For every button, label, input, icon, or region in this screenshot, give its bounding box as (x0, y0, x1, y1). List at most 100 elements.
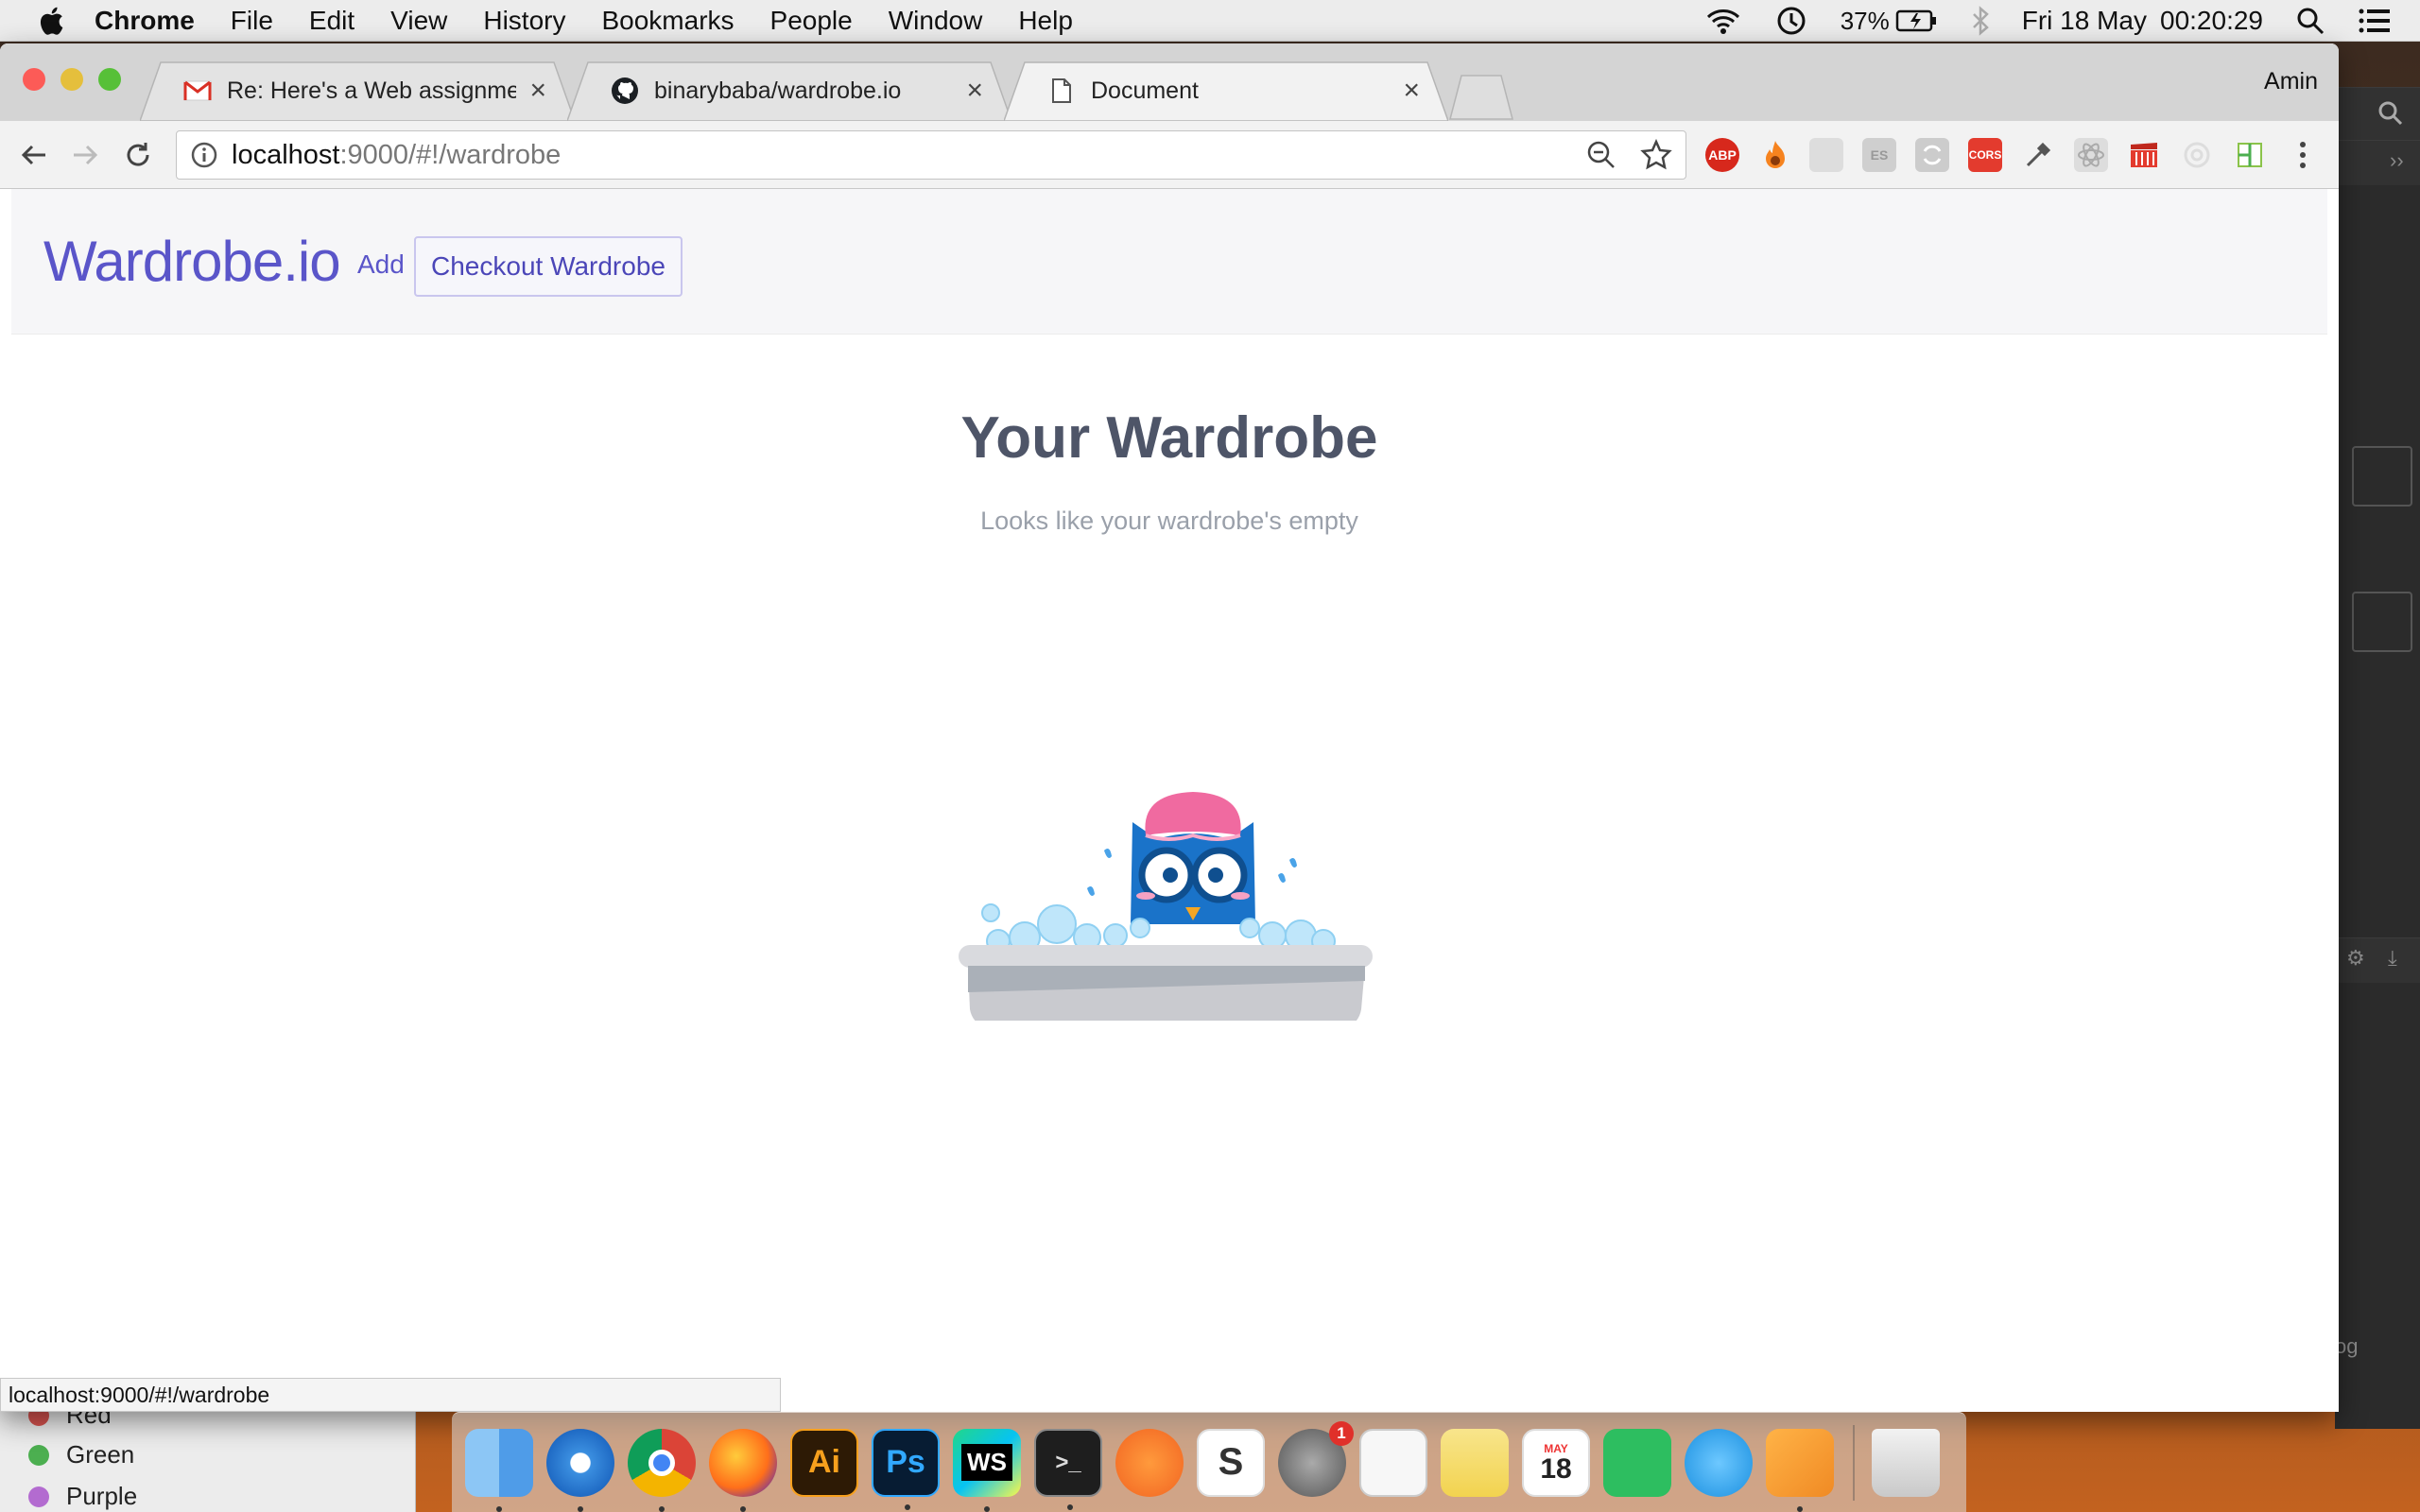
browser-toolbar: localhost:9000/#!/wardrobe ABP ES CORS (0, 121, 2339, 189)
owl-bathtub-illustration (959, 792, 1373, 1021)
list-item: Green (28, 1440, 135, 1469)
dock-separator (1853, 1424, 1855, 1501)
chrome-menu-icon[interactable] (2282, 134, 2324, 176)
list-item: Purple (28, 1482, 137, 1511)
fire-extension-icon[interactable] (1758, 138, 1792, 172)
menu-file[interactable]: File (231, 6, 273, 36)
menu-people[interactable]: People (770, 6, 853, 36)
background-ide-window: ›› ⚙ ⤓ og (2335, 87, 2420, 1429)
zoom-icon[interactable] (1585, 139, 1617, 171)
react-devtools-icon[interactable] (2074, 138, 2108, 172)
back-button[interactable] (13, 134, 55, 176)
layout-extension-icon[interactable] (2233, 138, 2267, 172)
tab-strip: Re: Here's a Web assignment f × binaryba… (0, 43, 2339, 121)
profile-name[interactable]: Amin (2264, 68, 2318, 95)
menu-help[interactable]: Help (1018, 6, 1073, 36)
target-extension-icon[interactable] (2180, 138, 2214, 172)
es-extension-icon[interactable]: ES (1862, 138, 1896, 172)
reload-button[interactable] (117, 134, 159, 176)
document-icon (1047, 77, 1076, 105)
chrome-window: Re: Here's a Web assignment f × binaryba… (0, 43, 2339, 1412)
menu-time[interactable]: 00:20:29 (2160, 6, 2263, 36)
apple-icon[interactable] (36, 4, 70, 38)
gmail-icon (183, 77, 212, 105)
page-viewport: Wardrobe.io Add Checkout Wardrobe Your W… (0, 189, 2339, 1412)
tab-github[interactable]: binarybaba/wardrobe.io × (567, 60, 1011, 121)
site-info-icon[interactable] (190, 141, 218, 169)
address-bar[interactable]: localhost:9000/#!/wardrobe (176, 130, 1686, 180)
trash-icon[interactable] (1872, 1428, 1940, 1497)
menu-date[interactable]: Fri 18 May (2022, 6, 2147, 36)
checkout-wardrobe-button[interactable]: Checkout Wardrobe (414, 236, 683, 297)
finder-icon[interactable] (465, 1428, 533, 1512)
color-dot-icon (28, 1444, 49, 1466)
menu-bookmarks[interactable]: Bookmarks (601, 6, 734, 36)
webstorm-icon[interactable]: WS (953, 1428, 1021, 1512)
add-link[interactable]: Add (357, 249, 405, 280)
empty-state-message: Looks like your wardrobe's empty (980, 507, 1358, 535)
safari-icon[interactable] (546, 1428, 614, 1512)
chrome-icon[interactable] (628, 1428, 696, 1512)
textedit-icon[interactable] (1359, 1428, 1427, 1497)
tab-close-icon[interactable]: × (966, 77, 983, 105)
list-item-label: Green (66, 1440, 135, 1469)
adblock-plus-icon[interactable]: ABP (1705, 138, 1739, 172)
teleport-icon[interactable] (1685, 1428, 1753, 1497)
ide-subheader: ›› (2335, 140, 2420, 185)
tab-close-icon[interactable]: × (529, 77, 546, 105)
ide-header (2335, 87, 2420, 140)
menu-app-name[interactable]: Chrome (95, 6, 195, 36)
search-icon (2378, 101, 2403, 126)
maximize-window-button[interactable] (98, 68, 121, 91)
clapper-extension-icon[interactable] (2127, 138, 2161, 172)
ide-input-box (2352, 446, 2412, 507)
battery-indicator[interactable]: 37% (1841, 7, 1939, 36)
bluetooth-icon[interactable] (1971, 6, 1990, 36)
extension-gray-icon[interactable] (1809, 138, 1843, 172)
macos-dock: Ai Ps WS >_ S 1 MAY 18 (452, 1412, 1966, 1512)
status-url-bubble: localhost:9000/#!/wardrobe (0, 1378, 781, 1412)
notification-center-icon[interactable] (2358, 7, 2392, 35)
color-picker-icon[interactable] (2021, 138, 2055, 172)
photoshop-icon[interactable]: Ps (872, 1428, 940, 1510)
bookmark-star-icon[interactable] (1640, 139, 1672, 171)
illustrator-icon[interactable]: Ai (790, 1428, 858, 1497)
menu-edit[interactable]: Edit (309, 6, 354, 36)
minimize-window-button[interactable] (60, 68, 83, 91)
menu-history[interactable]: History (483, 6, 565, 36)
forward-button[interactable] (64, 134, 106, 176)
site-navbar: Wardrobe.io Add Checkout Wardrobe (11, 189, 2327, 335)
tab-gmail[interactable]: Re: Here's a Web assignment f × (140, 60, 575, 121)
close-window-button[interactable] (23, 68, 45, 91)
menu-view[interactable]: View (390, 6, 447, 36)
ide-input-box (2352, 592, 2412, 652)
page-title: Your Wardrobe (960, 405, 1378, 471)
notification-badge: 1 (1329, 1420, 1354, 1446)
system-preferences-icon[interactable]: 1 (1278, 1420, 1354, 1497)
firefox-icon[interactable] (709, 1428, 777, 1512)
brand-logo[interactable]: Wardrobe.io (43, 229, 341, 294)
pen-app-icon[interactable] (1115, 1428, 1184, 1497)
github-icon (611, 77, 639, 105)
calendar-icon[interactable]: MAY 18 (1522, 1428, 1590, 1497)
s-app-icon[interactable]: S (1197, 1428, 1265, 1497)
tab-close-icon[interactable]: × (1403, 77, 1420, 105)
menu-window[interactable]: Window (889, 6, 983, 36)
tab-document-active[interactable]: Document × (1004, 60, 1448, 121)
tab-title: Re: Here's a Web assignment f (227, 77, 517, 104)
spotlight-search-icon[interactable] (2295, 6, 2325, 36)
terminal-icon[interactable]: >_ (1034, 1428, 1102, 1510)
gear-icon: ⚙ (2346, 946, 2365, 970)
expand-chevron-icon: ›› (2390, 148, 2404, 172)
battery-percent: 37% (1840, 6, 1890, 35)
new-tab-button[interactable] (1448, 72, 1514, 121)
sync-extension-icon[interactable] (1915, 138, 1949, 172)
download-icon: ⤓ (2388, 946, 2397, 970)
time-machine-icon[interactable] (1774, 4, 1808, 38)
cors-extension-icon[interactable]: CORS (1968, 138, 2002, 172)
wifi-icon[interactable] (1704, 6, 1742, 36)
background-color-list-window: Red Green Purple (0, 1400, 416, 1512)
pages-icon[interactable] (1766, 1428, 1834, 1512)
notes-icon[interactable] (1441, 1428, 1509, 1497)
evernote-icon[interactable] (1603, 1428, 1671, 1497)
